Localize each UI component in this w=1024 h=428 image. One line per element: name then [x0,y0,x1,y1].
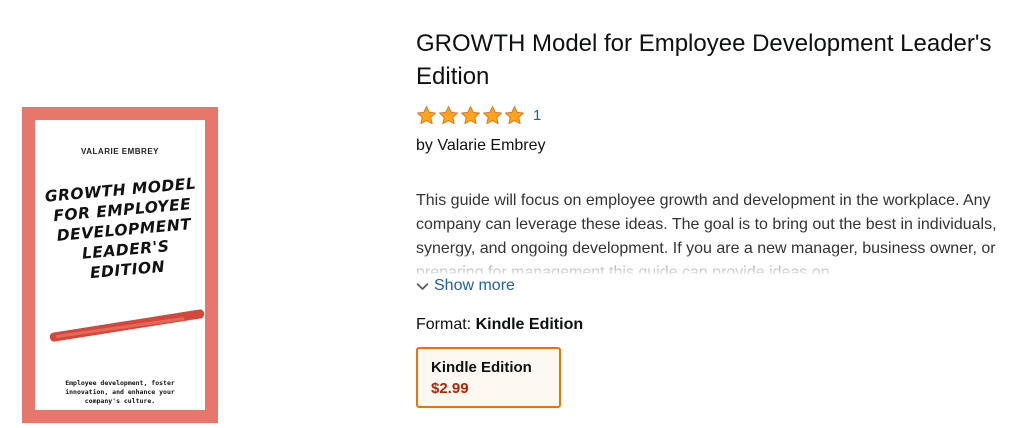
star-icon [417,105,436,124]
cover-title: GROWTH MODEL FOR EMPLOYEE DEVELOPMENT LE… [25,172,223,288]
chevron-down-icon [416,282,429,290]
format-value: Kindle Edition [475,316,584,333]
star-icon [439,105,458,124]
rating-row: 1 [416,103,541,127]
format-label: Format: [416,316,476,333]
format-option-name: Kindle Edition [431,359,532,376]
cover-tagline: Employee development, foster innovation,… [65,379,175,405]
format-option-price: $2.99 [431,380,469,397]
description-fade-overlay [416,255,1006,277]
author-byline: by Valarie Embrey [416,137,546,154]
cover-brush-stroke-secondary [55,316,185,339]
cover-author: VALARIE EMBREY [81,147,159,156]
star-icon [483,105,502,124]
format-row: Format: Kindle Edition [416,316,583,334]
format-option-kindle[interactable]: Kindle Edition $2.99 [416,347,561,408]
rating-count-link[interactable]: 1 [533,107,541,124]
book-cover[interactable]: VALARIE EMBREY GROWTH MODEL FOR EMPLOYEE… [22,107,218,423]
star-icon [505,105,524,124]
star-icon [461,105,480,124]
star-rating[interactable] [416,105,525,126]
show-more-link[interactable]: Show more [416,277,515,295]
show-more-label: Show more [434,277,515,294]
product-title: GROWTH Model for Employee Development Le… [416,30,992,90]
book-cover-inner: VALARIE EMBREY GROWTH MODEL FOR EMPLOYEE… [35,120,205,410]
